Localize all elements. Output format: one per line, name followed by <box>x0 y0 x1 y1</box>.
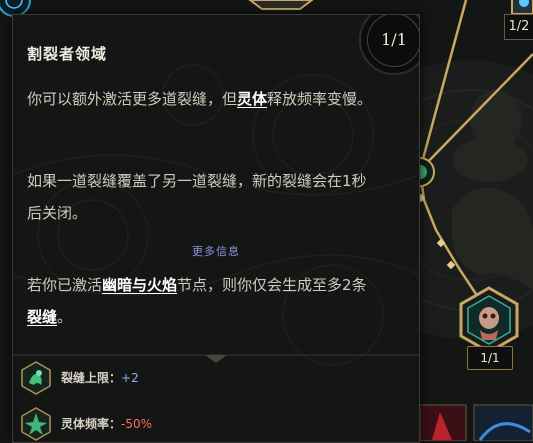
description-text: 你可以额外激活更多道裂缝，但 <box>27 90 238 108</box>
tree-node-top[interactable] <box>248 0 314 10</box>
stat-text: 灵体频率：-50% <box>61 407 152 441</box>
tree-node-top-right[interactable] <box>511 0 533 15</box>
skill-rank: 1/1 <box>367 15 419 67</box>
description-paragraph-3: 若你已激活幽暗与火焰节点，则你仅会生成至多2条裂缝。 <box>27 269 379 333</box>
stat-value: +2 <box>121 371 139 385</box>
skill-title: 割裂者领域 <box>27 45 108 63</box>
rift-cap-icon <box>21 361 51 395</box>
skill-bar-icons[interactable] <box>419 404 533 441</box>
description-text: 若你已激活 <box>27 276 103 294</box>
stat-text: 裂缝上限：+2 <box>61 361 139 395</box>
node-rank-label: 1/1 <box>467 346 513 370</box>
description-paragraph-2: 如果一道裂缝覆盖了另一道裂缝，新的裂缝会在1秒后关闭。 <box>27 172 367 222</box>
skill-tooltip: 割裂者领域 1/1 你可以额外激活更多道裂缝，但灵体释放频率变慢。 如果一道裂缝… <box>12 14 420 443</box>
spirit-frequency-icon <box>21 407 51 441</box>
description-paragraph-1: 你可以额外激活更多道裂缝，但灵体释放频率变慢。 <box>27 83 379 115</box>
description-text: 。 <box>57 308 73 326</box>
stat-value: -50% <box>121 417 153 431</box>
description-text: 节点，则你仅会生成至多2条 <box>177 276 367 294</box>
more-info-link[interactable]: 更多信息 <box>13 243 419 259</box>
stat-label: 裂缝上限： <box>61 371 122 385</box>
tree-node-rift-skill[interactable] <box>459 286 519 354</box>
keyword-rift-link[interactable]: 裂缝 <box>27 308 57 326</box>
corner-rank-label: 1/2 <box>504 14 533 40</box>
keyword-spirit-link[interactable]: 灵体 <box>237 90 267 108</box>
stat-label: 灵体频率： <box>61 417 122 431</box>
keyword-gloom-and-flame-link[interactable]: 幽暗与火焰 <box>102 276 177 294</box>
description-text: 释放频率变慢。 <box>267 90 373 108</box>
